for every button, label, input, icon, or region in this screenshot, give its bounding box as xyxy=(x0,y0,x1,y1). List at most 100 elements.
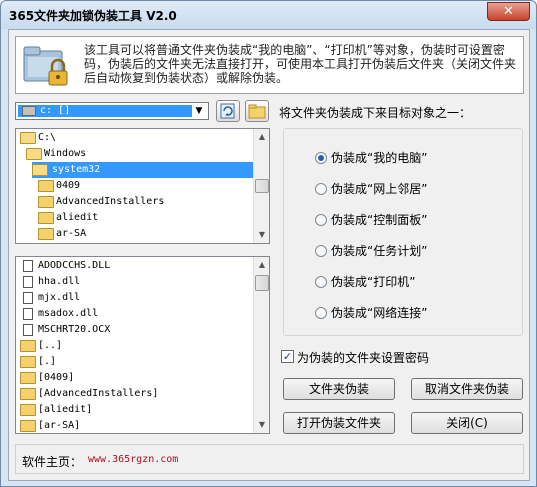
folder-tree[interactable]: ▲ ▼ C:\ Windows system32 0409 AdvancedInstal… xyxy=(15,128,270,244)
file-list-item[interactable]: msadox.dll xyxy=(20,306,250,322)
disguise-button[interactable]: 文件夹伪装 xyxy=(283,378,395,400)
folder-icon xyxy=(38,196,54,208)
tree-item-label: system32 xyxy=(50,162,103,178)
open-disguised-folder-button[interactable]: 打开伪装文件夹 xyxy=(283,412,395,434)
disguise-option-label: 伪装成“我的电脑” xyxy=(331,151,428,165)
folder-icon xyxy=(20,372,36,384)
scroll-thumb[interactable] xyxy=(255,179,269,193)
homepage-link[interactable]: www.365rgzn.com xyxy=(88,454,178,465)
file-list-item[interactable]: mjx.dll xyxy=(20,290,250,306)
disguise-option-label: 伪装成“打印机” xyxy=(331,275,416,289)
file-list-item[interactable]: [aliedit] xyxy=(20,402,250,418)
file-list-item-label: [..] xyxy=(38,340,63,351)
radio-button[interactable] xyxy=(315,183,327,195)
open-folder-icon xyxy=(26,148,42,160)
scroll-up-icon[interactable]: ▲ xyxy=(254,257,269,273)
close-window-button[interactable]: ✕ xyxy=(487,2,530,21)
folder-icon xyxy=(20,356,36,368)
tree-item-label: AdvancedInstallers xyxy=(56,196,165,207)
tree-item[interactable]: Windows xyxy=(26,146,253,162)
open-folder-icon xyxy=(32,164,48,176)
undisguise-button[interactable]: 取消文件夹伪装 xyxy=(411,378,523,400)
footer: 软件主页： www.365rgzn.com xyxy=(15,444,524,474)
open-folder-icon xyxy=(20,132,36,144)
tree-item-label: C:\ xyxy=(38,132,57,143)
password-checkbox-label[interactable]: 为伪装的文件夹设置密码 xyxy=(297,349,429,366)
browse-folder-button[interactable] xyxy=(245,100,269,122)
tree-item[interactable]: 0409 xyxy=(38,178,253,194)
tree-scrollbar[interactable]: ▲ ▼ xyxy=(253,129,269,243)
file-list-item[interactable]: [..] xyxy=(20,338,250,354)
folder-icon xyxy=(20,404,36,416)
tree-item[interactable]: bg-BG xyxy=(38,242,253,243)
disguise-option-label: 伪装成“任务计划” xyxy=(331,244,428,258)
title-bar[interactable]: 365文件夹加锁伪装工具 V2.0 ✕ xyxy=(1,1,536,29)
tree-item-label: 0409 xyxy=(56,180,81,191)
drive-icon xyxy=(22,106,36,116)
drive-select[interactable]: c: [] ▼ xyxy=(15,102,209,120)
file-list[interactable]: ▲ ▼ ADODCCHS.DLL hha.dll mjx.dll msadox.dll… xyxy=(15,256,270,434)
tree-item[interactable]: AdvancedInstallers xyxy=(38,194,253,210)
disguise-options: 伪装成“我的电脑” 伪装成“网上邻居” 伪装成“控制面板” 伪装成“任务计划” 伪装成“… xyxy=(283,128,523,336)
tree-item[interactable]: system32 xyxy=(32,162,253,178)
description-text: 该工具可以将普通文件夹伪装成“我的电脑”、“打印机”等对象，伪装时可设置密码，伪… xyxy=(84,43,517,85)
file-list-item-label: hha.dll xyxy=(38,276,81,287)
file-list-item[interactable]: [ar-SA] xyxy=(20,418,250,433)
radio-button[interactable] xyxy=(315,276,327,288)
file-list-item[interactable]: [0409] xyxy=(20,370,250,386)
file-icon xyxy=(23,292,33,304)
close-button[interactable]: 关闭(C) xyxy=(411,412,523,434)
file-icon xyxy=(23,260,33,272)
file-list-item[interactable]: hha.dll xyxy=(20,274,250,290)
file-list-item-label: ADODCCHS.DLL xyxy=(38,260,111,271)
file-list-item[interactable]: ADODCCHS.DLL xyxy=(20,258,250,274)
scroll-down-icon[interactable]: ▼ xyxy=(254,227,269,243)
file-list-item-label: msadox.dll xyxy=(38,308,99,319)
scroll-up-icon[interactable]: ▲ xyxy=(254,129,269,145)
refresh-icon xyxy=(220,103,235,119)
file-list-item[interactable]: [.] xyxy=(20,354,250,370)
file-list-item-label: [AdvancedInstallers] xyxy=(38,388,159,399)
radio-button[interactable] xyxy=(315,307,327,319)
file-list-item-label: mjx.dll xyxy=(38,292,81,303)
tree-item-label: bg-BG xyxy=(56,242,86,243)
radio-button[interactable] xyxy=(315,245,327,257)
file-list-item-label: [aliedit] xyxy=(38,404,93,415)
tree-item[interactable]: ar-SA xyxy=(38,226,253,242)
client-area: 该工具可以将普通文件夹伪装成“我的电脑”、“打印机”等对象，伪装时可设置密码，伪… xyxy=(8,29,530,481)
disguise-option-label: 伪装成“网络连接” xyxy=(331,306,428,320)
radio-button[interactable] xyxy=(315,214,327,226)
folder-icon xyxy=(20,340,36,352)
tree-item[interactable]: aliedit xyxy=(38,210,253,226)
scroll-down-icon[interactable]: ▼ xyxy=(254,417,269,433)
file-icon xyxy=(23,324,33,336)
folder-icon xyxy=(20,388,36,400)
tree-item-label: aliedit xyxy=(56,212,99,223)
window-title: 365文件夹加锁伪装工具 V2.0 xyxy=(9,9,177,23)
refresh-button[interactable] xyxy=(216,100,240,122)
disguise-option-label: 伪装成“网上邻居” xyxy=(331,182,428,196)
folder-icon xyxy=(20,420,36,432)
homepage-label: 软件主页： xyxy=(22,455,83,469)
chevron-down-icon[interactable]: ▼ xyxy=(192,105,206,118)
folder-icon xyxy=(38,228,54,240)
file-icon xyxy=(23,308,33,320)
password-checkbox[interactable]: ✓ xyxy=(281,350,294,363)
disguise-option-label: 伪装成“控制面板” xyxy=(331,213,428,227)
scroll-thumb[interactable] xyxy=(255,275,269,291)
tree-item[interactable]: C:\ xyxy=(20,130,253,146)
file-list-scrollbar[interactable]: ▲ ▼ xyxy=(253,257,269,433)
folder-icon xyxy=(38,212,54,224)
drive-selection-highlight: c: [] xyxy=(18,105,192,117)
folder-icon xyxy=(38,180,54,192)
file-list-item-label: [ar-SA] xyxy=(38,420,81,431)
file-list-item-label: [0409] xyxy=(38,372,75,383)
file-list-item-label: [.] xyxy=(38,356,57,367)
target-label: 将文件夹伪装成下来目标对象之一： xyxy=(279,106,472,120)
file-list-item[interactable]: MSCHRT20.OCX xyxy=(20,322,250,338)
app-window: 365文件夹加锁伪装工具 V2.0 ✕ 该工具可以将普通文件夹伪装成“我的电脑”… xyxy=(0,0,537,487)
file-list-item[interactable]: [AdvancedInstallers] xyxy=(20,386,250,402)
file-icon xyxy=(23,276,33,288)
folder-icon xyxy=(248,104,266,119)
radio-button[interactable] xyxy=(315,152,327,164)
